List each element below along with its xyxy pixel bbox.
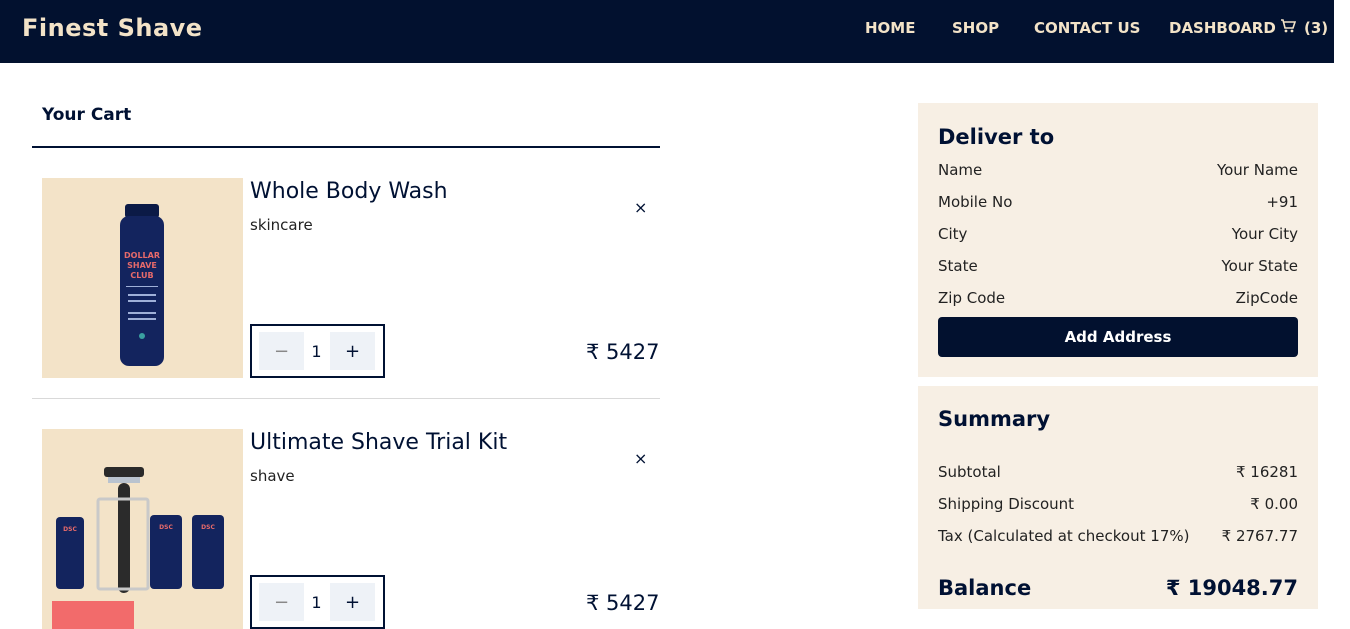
address-label: Name xyxy=(938,161,983,179)
summary-row: Subtotal ₹ 16281 xyxy=(938,463,1298,481)
summary-panel: Summary Subtotal ₹ 16281 Shipping Discoun… xyxy=(918,386,1318,609)
quantity-value: 1 xyxy=(311,592,322,612)
summary-title: Summary xyxy=(938,407,1051,431)
product-image: DSC DSC DSC xyxy=(42,429,243,629)
summary-label: Shipping Discount xyxy=(938,495,1075,513)
nav-dashboard-link[interactable]: DASHBOARD xyxy=(1169,19,1276,37)
address-value: Your State xyxy=(1221,257,1299,275)
summary-row: Tax (Calculated at checkout 17%) ₹ 2767.7… xyxy=(938,527,1298,545)
cart-icon xyxy=(1280,18,1297,38)
product-image: DOLLAR SHAVE CLUB xyxy=(42,178,243,378)
add-address-button[interactable]: Add Address xyxy=(938,317,1298,357)
nav-shop-link[interactable]: SHOP xyxy=(952,19,999,37)
decrease-quantity-button[interactable]: − xyxy=(259,583,304,621)
summary-value: ₹ 16281 xyxy=(1235,463,1298,481)
address-label: City xyxy=(938,225,968,243)
cart-count: (3) xyxy=(1304,19,1329,37)
address-label: Mobile No xyxy=(938,193,1013,211)
remove-item-button[interactable]: × xyxy=(634,449,647,468)
svg-text:DSC: DSC xyxy=(159,524,173,531)
summary-value: ₹ 2767.77 xyxy=(1221,527,1298,545)
balance-row: Balance ₹ 19048.77 xyxy=(938,576,1298,600)
remove-item-button[interactable]: × xyxy=(634,198,647,217)
product-name[interactable]: Whole Body Wash xyxy=(250,179,448,204)
cart-title: Your Cart xyxy=(42,105,132,125)
svg-text:SHAVE: SHAVE xyxy=(127,261,157,270)
quantity-stepper: − 1 + xyxy=(250,575,385,629)
cart-divider xyxy=(32,146,660,148)
summary-label: Subtotal xyxy=(938,463,1001,481)
increase-quantity-button[interactable]: + xyxy=(330,583,375,621)
quantity-stepper: − 1 + xyxy=(250,324,385,378)
address-row: City Your City xyxy=(938,225,1298,243)
decrease-quantity-button[interactable]: − xyxy=(259,332,304,370)
address-value: Your City xyxy=(1231,225,1298,243)
summary-label: Tax (Calculated at checkout 17%) xyxy=(938,527,1190,545)
cart-button[interactable]: (3) xyxy=(1280,18,1328,38)
summary-value: ₹ 0.00 xyxy=(1250,495,1298,513)
address-row: Zip Code ZipCode xyxy=(938,289,1298,307)
balance-label: Balance xyxy=(938,576,1032,600)
address-value: ZipCode xyxy=(1235,289,1298,307)
product-price: ₹ 5427 xyxy=(586,591,660,615)
deliver-title: Deliver to xyxy=(938,125,1055,149)
nav-home-link[interactable]: HOME xyxy=(865,19,915,37)
item-divider xyxy=(32,398,660,399)
deliver-to-panel: Deliver to Name Your Name Mobile No +91 Ci… xyxy=(918,103,1318,377)
product-price: ₹ 5427 xyxy=(586,340,660,364)
address-row: Mobile No +91 xyxy=(938,193,1298,211)
product-name[interactable]: Ultimate Shave Trial Kit xyxy=(250,430,507,455)
svg-text:DOLLAR: DOLLAR xyxy=(124,251,160,260)
svg-text:DSC: DSC xyxy=(63,526,77,533)
address-label: State xyxy=(938,257,978,275)
product-category: shave xyxy=(250,467,295,485)
address-value: Your Name xyxy=(1216,161,1298,179)
address-row: State Your State xyxy=(938,257,1298,275)
svg-text:DSC: DSC xyxy=(201,524,215,531)
summary-row: Shipping Discount ₹ 0.00 xyxy=(938,495,1298,513)
increase-quantity-button[interactable]: + xyxy=(330,332,375,370)
address-row: Name Your Name xyxy=(938,161,1298,179)
cart-item: DSC DSC DSC Ultimate Shave Trial Kit sha… xyxy=(42,429,660,629)
close-icon: × xyxy=(634,198,648,217)
cart-item: DOLLAR SHAVE CLUB Whole Body Wash skinca… xyxy=(42,178,660,378)
top-navbar: Finest Shave HOME SHOP CONTACT US DASHBO… xyxy=(0,0,1334,63)
product-category: skincare xyxy=(250,216,313,234)
balance-value: ₹ 19048.77 xyxy=(1165,576,1298,600)
svg-text:CLUB: CLUB xyxy=(130,271,153,280)
address-value: +91 xyxy=(1266,193,1298,211)
address-label: Zip Code xyxy=(938,289,1006,307)
brand-logo[interactable]: Finest Shave xyxy=(22,14,203,42)
quantity-value: 1 xyxy=(311,341,322,361)
nav-contact-link[interactable]: CONTACT US xyxy=(1034,19,1140,37)
close-icon: × xyxy=(634,449,648,468)
